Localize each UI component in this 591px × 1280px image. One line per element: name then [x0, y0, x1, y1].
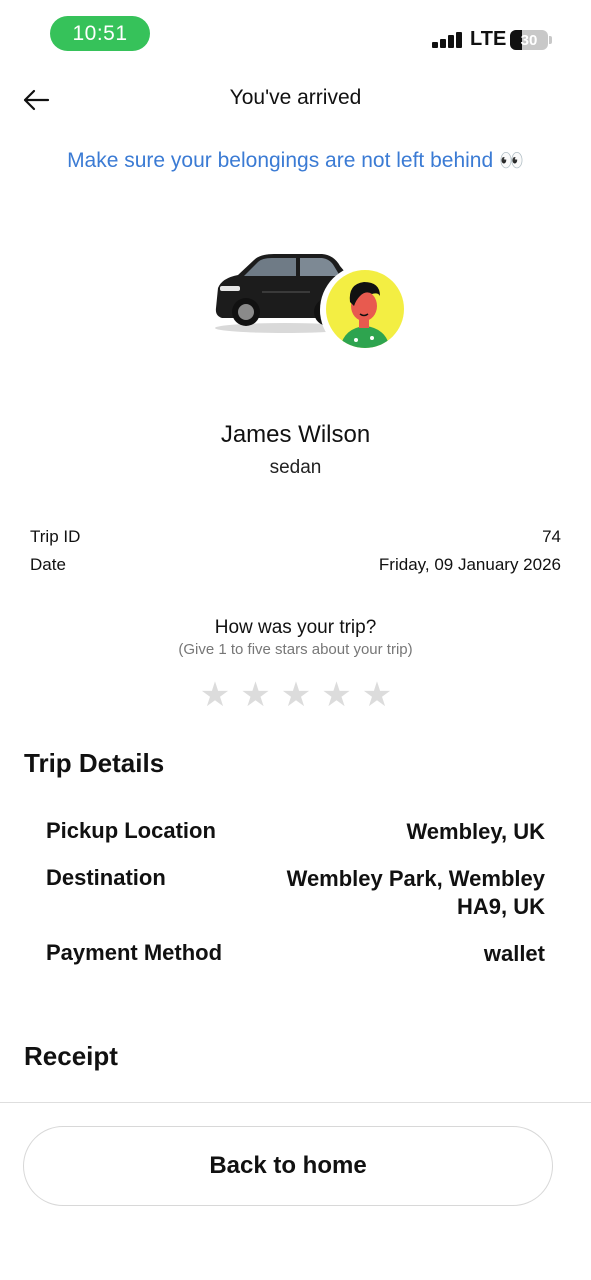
- date-label: Date: [30, 555, 66, 574]
- person-avatar-icon: [340, 282, 390, 348]
- destination-label: Destination: [46, 865, 166, 890]
- belongings-notice: Make sure your belongings are not left b…: [0, 148, 591, 173]
- pickup-value: Wembley, UK: [406, 819, 545, 844]
- battery-level: 30: [520, 31, 538, 49]
- payment-row: Payment Method wallet: [46, 940, 545, 968]
- star-icon[interactable]: ★: [358, 678, 396, 712]
- notice-text: Make sure your belongings are not left b…: [67, 149, 494, 172]
- star-icon[interactable]: ★: [277, 678, 315, 712]
- back-to-home-button[interactable]: Back to home: [23, 1126, 553, 1206]
- pickup-label: Pickup Location: [46, 818, 216, 843]
- eyes-emoji-icon: 👀: [499, 150, 524, 172]
- driver-name: James Wilson: [220, 421, 371, 448]
- divider: [0, 1102, 591, 1103]
- receipt-title[interactable]: Receipt: [24, 1041, 118, 1072]
- rating-hint: (Give 1 to five stars about your trip): [178, 641, 413, 658]
- payment-value: wallet: [483, 941, 545, 966]
- date-value: Friday, 09 January 2026: [378, 555, 561, 574]
- page-title: You've arrived: [229, 86, 362, 109]
- battery-icon: 30: [510, 30, 548, 50]
- driver-avatar: [326, 270, 404, 348]
- trip-details-title: Trip Details: [24, 748, 165, 778]
- status-time: 10:51: [50, 16, 150, 51]
- date-row: Date Friday, 09 January 2026: [30, 555, 561, 575]
- pickup-row: Pickup Location Wembley, UK: [46, 818, 545, 846]
- network-type: LTE: [470, 28, 507, 50]
- trip-id-value: 74: [542, 527, 561, 546]
- star-icon[interactable]: ★: [237, 678, 275, 712]
- trip-id-label: Trip ID: [30, 527, 81, 546]
- payment-label: Payment Method: [46, 940, 223, 965]
- star-icon[interactable]: ★: [196, 678, 234, 712]
- destination-value: Wembley Park, Wembley HA9, UK: [286, 866, 545, 919]
- star-icon[interactable]: ★: [318, 678, 356, 712]
- star-rating: ★ ★ ★ ★ ★: [196, 678, 396, 714]
- rating-question: How was your trip?: [214, 617, 377, 638]
- battery-cap: [549, 36, 552, 44]
- status-bar: 10:51 LTE 30: [0, 0, 591, 70]
- trip-id-row: Trip ID 74: [30, 527, 561, 547]
- signal-icon: [432, 32, 464, 48]
- vehicle-type: sedan: [269, 457, 322, 478]
- destination-row: Destination Wembley Park, Wembley HA9, U…: [46, 865, 545, 921]
